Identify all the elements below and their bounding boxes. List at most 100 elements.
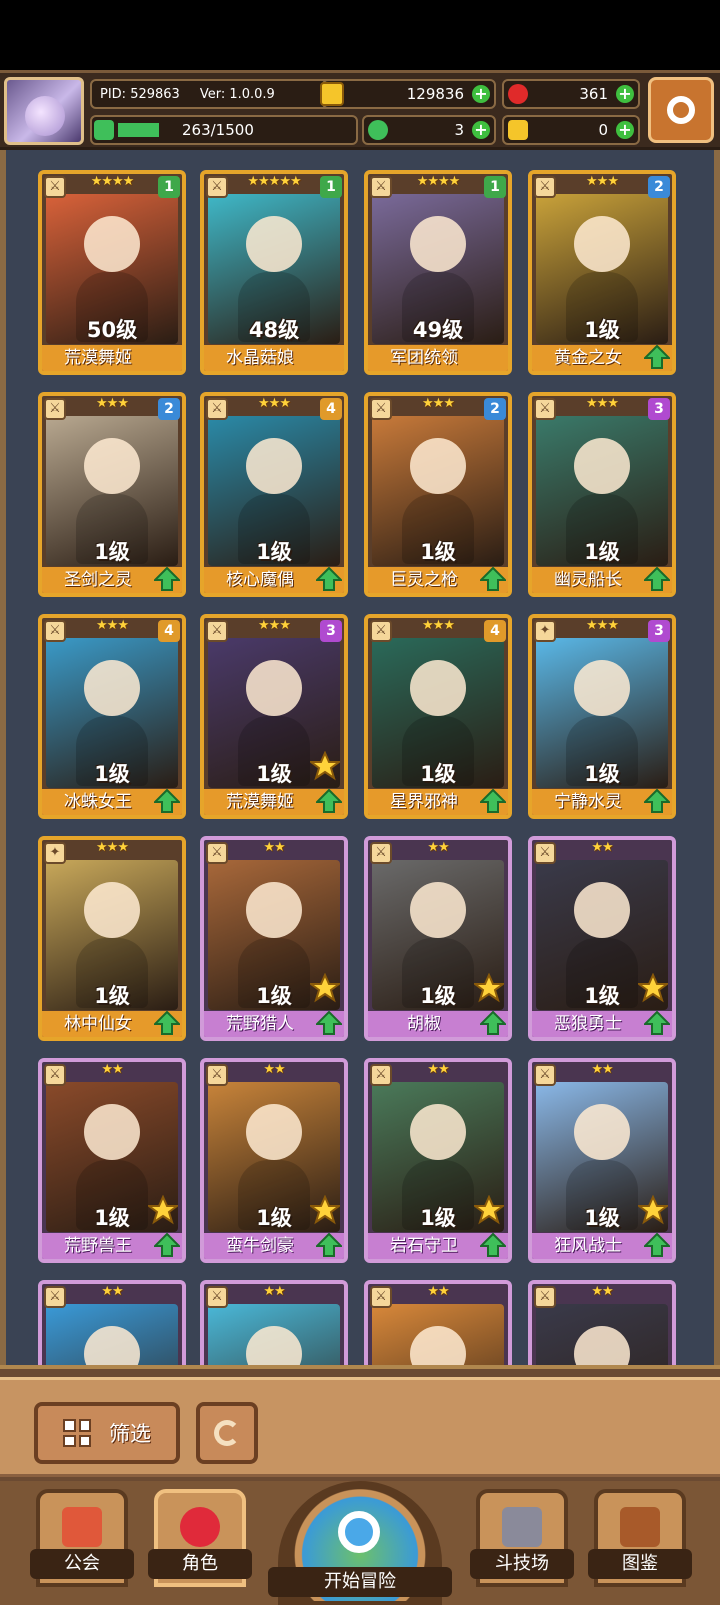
character-card[interactable]: ⚔ ★★★ 2 1级 黄金之女 bbox=[528, 170, 676, 375]
character-card[interactable]: ⚔ ★★★★ 1 49级 军团统领 bbox=[364, 170, 512, 375]
character-card[interactable]: ✦ ★★★ 1级 林中仙女 bbox=[38, 836, 186, 1041]
nav-guild[interactable]: 公会 bbox=[30, 1489, 134, 1587]
portrait-head bbox=[246, 882, 302, 938]
grade-badge: 2 bbox=[648, 176, 670, 198]
add-key-plus-icon[interactable]: + bbox=[616, 121, 634, 139]
gold-value: 129836 bbox=[406, 85, 464, 103]
grid-icon bbox=[63, 1419, 91, 1447]
ruby-icon bbox=[508, 84, 528, 104]
grade-badge: 1 bbox=[158, 176, 180, 198]
grade-badge: 3 bbox=[320, 620, 342, 642]
star-badge-icon bbox=[472, 972, 506, 1003]
clover-counter: 3 + bbox=[362, 115, 496, 145]
nav-character[interactable]: 角色 bbox=[148, 1489, 252, 1587]
rarity-stars: ★★ bbox=[101, 1062, 123, 1077]
add-gem-plus-icon[interactable]: + bbox=[616, 85, 634, 103]
upgrade-arrow-icon[interactable] bbox=[480, 567, 506, 591]
upgrade-arrow-icon[interactable] bbox=[316, 1011, 342, 1035]
upgrade-arrow-icon[interactable] bbox=[644, 789, 670, 813]
pid-text: PID: 529863 bbox=[100, 86, 180, 102]
upgrade-arrow-icon[interactable] bbox=[316, 789, 342, 813]
portrait-head bbox=[574, 1104, 630, 1160]
character-card[interactable]: ⚔ ★★★ 4 1级 星界邪神 bbox=[364, 614, 512, 819]
upgrade-arrow-icon[interactable] bbox=[644, 345, 670, 369]
portrait-head bbox=[84, 882, 140, 938]
add-clover-plus-icon[interactable]: + bbox=[472, 121, 490, 139]
player-avatar[interactable] bbox=[4, 77, 84, 145]
character-card[interactable]: ⚔ ★★★ 3 1级 幽灵船长 bbox=[528, 392, 676, 597]
character-card[interactable]: ⚔ ★★★★ 1 50级 荒漠舞姬 bbox=[38, 170, 186, 375]
grade-badge: 3 bbox=[648, 620, 670, 642]
upgrade-arrow-icon[interactable] bbox=[154, 1011, 180, 1035]
character-card[interactable]: ⚔ ★★★ 2 1级 圣剑之灵 bbox=[38, 392, 186, 597]
character-card[interactable]: ⚔ ★★ 1级 胡椒 bbox=[364, 836, 512, 1041]
portrait-head bbox=[84, 216, 140, 272]
character-card[interactable]: ⚔ ★★★★★ 1 48级 水晶菇娘 bbox=[200, 170, 348, 375]
character-card[interactable]: ⚔ ★★★ 4 1级 核心魔偶 bbox=[200, 392, 348, 597]
upgrade-arrow-icon[interactable] bbox=[480, 1233, 506, 1257]
nav-codex-label: 图鉴 bbox=[588, 1549, 692, 1579]
stamina-value: 263/1500 bbox=[182, 121, 254, 139]
character-card[interactable]: ⚔ ★★ 1级 岩石守卫 bbox=[364, 1058, 512, 1263]
character-card[interactable]: ⚔ ★★ 1级 荒野兽王 bbox=[38, 1058, 186, 1263]
rarity-stars: ★★ bbox=[591, 1062, 613, 1077]
gem-value: 361 bbox=[579, 85, 608, 103]
key-icon bbox=[508, 120, 528, 140]
upgrade-arrow-icon[interactable] bbox=[644, 1011, 670, 1035]
nav-character-label: 角色 bbox=[148, 1549, 252, 1579]
upgrade-arrow-icon[interactable] bbox=[644, 1233, 670, 1257]
upgrade-arrow-icon[interactable] bbox=[480, 1011, 506, 1035]
add-gold-plus-icon[interactable]: + bbox=[472, 85, 490, 103]
start-adventure-button[interactable]: 开始冒险 bbox=[268, 1481, 452, 1605]
upgrade-arrow-icon[interactable] bbox=[154, 1233, 180, 1257]
character-level: 1级 bbox=[94, 762, 130, 786]
magnifier-icon bbox=[338, 1511, 380, 1553]
filter-label: 筛选 bbox=[109, 1422, 151, 1446]
rarity-stars: ★★★ bbox=[96, 840, 129, 855]
character-level: 1级 bbox=[94, 984, 130, 1008]
character-card[interactable]: ⚔ ★★★ 3 1级 荒漠舞姬 bbox=[200, 614, 348, 819]
avatar-face bbox=[25, 96, 65, 136]
portrait-head bbox=[84, 660, 140, 716]
character-card[interactable]: ⚔ ★★ 1级 蛮牛剑豪 bbox=[200, 1058, 348, 1263]
upgrade-arrow-icon[interactable] bbox=[480, 789, 506, 813]
upgrade-arrow-icon[interactable] bbox=[154, 567, 180, 591]
bottom-nav: 公会 角色 开始冒险 斗技场 图鉴 bbox=[0, 1481, 720, 1605]
rarity-stars: ★★ bbox=[263, 1062, 285, 1077]
rarity-stars: ★★ bbox=[591, 840, 613, 855]
stamina-fill bbox=[118, 123, 159, 137]
character-card[interactable]: ⚔ ★★ 1级 狂风战士 bbox=[528, 1058, 676, 1263]
character-card[interactable]: ⚔ ★★★ 2 1级 巨灵之枪 bbox=[364, 392, 512, 597]
grade-badge: 4 bbox=[320, 398, 342, 420]
star-badge-icon bbox=[146, 1194, 180, 1225]
upgrade-arrow-icon[interactable] bbox=[154, 789, 180, 813]
portrait-head bbox=[574, 882, 630, 938]
gear-icon bbox=[667, 96, 695, 124]
star-badge-icon bbox=[636, 1194, 670, 1225]
star-badge-icon bbox=[636, 972, 670, 1003]
upgrade-arrow-icon[interactable] bbox=[316, 567, 342, 591]
portrait-head bbox=[410, 216, 466, 272]
upgrade-arrow-icon[interactable] bbox=[316, 1233, 342, 1257]
grade-badge: 2 bbox=[158, 398, 180, 420]
star-badge-icon bbox=[308, 972, 342, 1003]
book-icon bbox=[620, 1507, 660, 1547]
portrait-head bbox=[246, 660, 302, 716]
character-card[interactable]: ✦ ★★★ 3 1级 宁静水灵 bbox=[528, 614, 676, 819]
portrait-head bbox=[246, 216, 302, 272]
upgrade-arrow-icon[interactable] bbox=[644, 567, 670, 591]
gem-counter: 361 + bbox=[502, 79, 640, 109]
character-card[interactable]: ⚔ ★★★ 4 1级 冰蛛女王 bbox=[38, 614, 186, 819]
grade-badge: 1 bbox=[320, 176, 342, 198]
portrait-head bbox=[574, 438, 630, 494]
nav-codex[interactable]: 图鉴 bbox=[588, 1489, 692, 1587]
grade-badge: 2 bbox=[484, 398, 506, 420]
nav-arena[interactable]: 斗技场 bbox=[470, 1489, 574, 1587]
character-card[interactable]: ⚔ ★★ 1级 恶狼勇士 bbox=[528, 836, 676, 1041]
reset-button[interactable] bbox=[196, 1402, 258, 1464]
filter-button[interactable]: 筛选 bbox=[34, 1402, 180, 1464]
portrait-head bbox=[574, 216, 630, 272]
stamina-icon bbox=[94, 120, 114, 140]
character-card[interactable]: ⚔ ★★ 1级 荒野猎人 bbox=[200, 836, 348, 1041]
settings-button[interactable] bbox=[648, 77, 714, 143]
